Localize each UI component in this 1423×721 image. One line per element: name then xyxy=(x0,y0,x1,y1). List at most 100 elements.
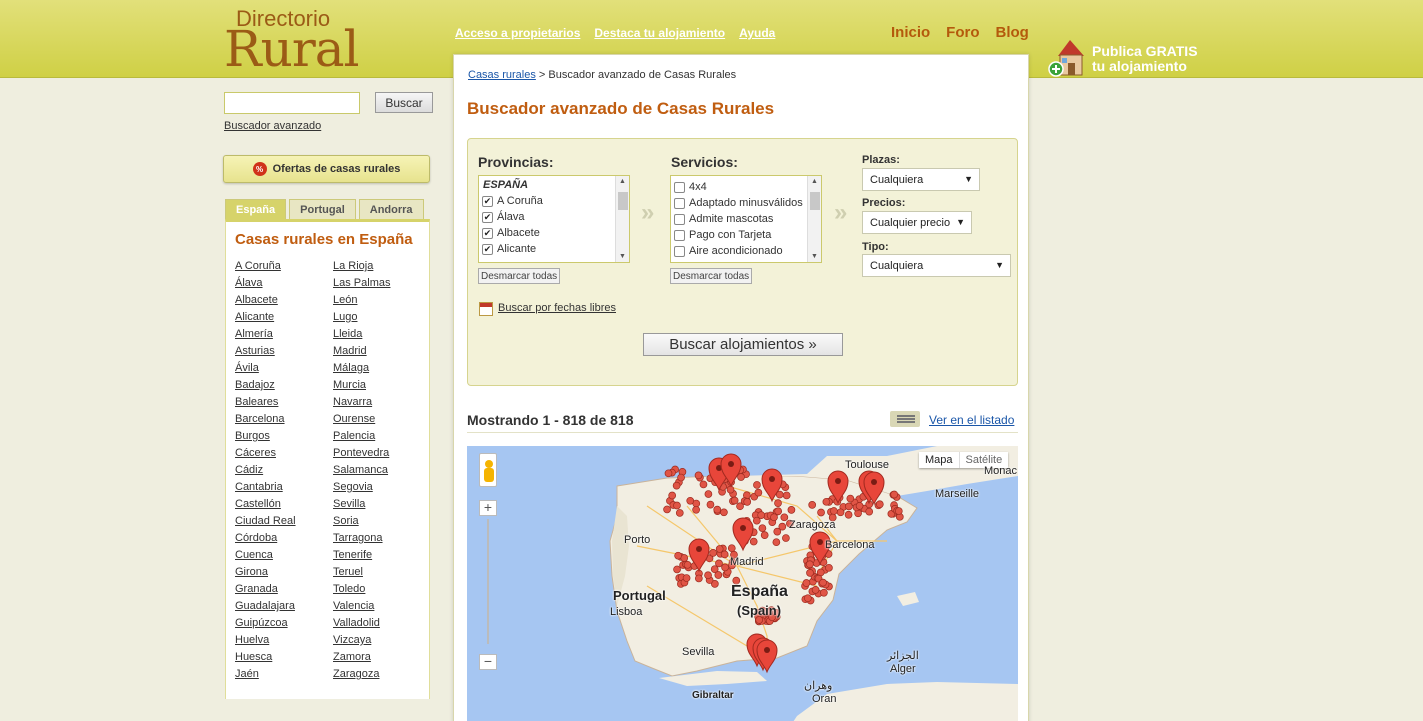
map-dot-marker[interactable] xyxy=(664,469,673,478)
map-dot-marker[interactable] xyxy=(890,490,899,499)
province-link[interactable]: La Rioja xyxy=(333,260,373,272)
nav-inicio[interactable]: Inicio xyxy=(891,24,930,41)
province-link[interactable]: Guadalajara xyxy=(235,600,295,612)
province-link[interactable]: Teruel xyxy=(333,566,363,578)
map-dot-marker[interactable] xyxy=(737,473,745,481)
list-view-icon[interactable] xyxy=(890,411,920,427)
listbox-option[interactable]: ✔ A Coruña xyxy=(479,193,629,209)
map-dot-marker[interactable] xyxy=(715,559,723,568)
map-dot-marker[interactable] xyxy=(752,516,761,525)
map-dot-marker[interactable] xyxy=(820,588,828,597)
map-dot-marker[interactable] xyxy=(830,507,838,515)
province-link[interactable]: Granada xyxy=(235,583,278,595)
map-dot-marker[interactable] xyxy=(865,507,874,516)
map-dot-marker[interactable] xyxy=(811,586,820,594)
province-link[interactable]: Las Palmas xyxy=(333,277,390,289)
map-dot-marker[interactable] xyxy=(805,560,814,569)
street-view-pegman-icon[interactable] xyxy=(479,453,497,487)
publica-gratis-button[interactable]: Publica GRATIS tu alojamiento xyxy=(1048,38,1218,78)
map-dot-marker[interactable] xyxy=(808,501,817,509)
search-input[interactable] xyxy=(224,92,360,114)
map-dot-marker[interactable] xyxy=(720,550,729,559)
map-dot-marker[interactable] xyxy=(894,507,903,515)
province-link[interactable]: Castellón xyxy=(235,498,281,510)
zoom-in-button[interactable]: + xyxy=(479,500,497,516)
province-link[interactable]: Zamora xyxy=(333,651,371,663)
listbox-option[interactable]: Adaptado minusválidos xyxy=(671,195,821,211)
map-dot-marker[interactable] xyxy=(845,502,853,511)
map-dot-marker[interactable] xyxy=(846,494,855,503)
ver-listado-link[interactable]: Ver en el listado xyxy=(929,413,1014,427)
map-dot-marker[interactable] xyxy=(778,522,787,531)
province-link[interactable]: Pontevedra xyxy=(333,447,389,459)
map-dot-marker[interactable] xyxy=(782,491,791,500)
map-dot-marker[interactable] xyxy=(726,485,735,494)
province-link[interactable]: Valencia xyxy=(333,600,374,612)
site-logo[interactable]: Directorio Rural xyxy=(224,4,384,88)
map-dot-marker[interactable] xyxy=(704,571,712,580)
buscar-alojamientos-button[interactable]: Buscar alojamientos » xyxy=(643,333,843,356)
map-dot-marker[interactable] xyxy=(721,563,729,572)
precios-select[interactable]: Cualquier precio ▼ xyxy=(862,211,972,234)
map-dot-marker[interactable] xyxy=(819,578,827,587)
map-dot-marker[interactable] xyxy=(780,513,789,522)
servicios-listbox[interactable]: 4x4 Adaptado minusválidos Admite mascotas P… xyxy=(670,175,822,263)
map-dot-marker[interactable] xyxy=(706,500,715,509)
map-dot-marker[interactable] xyxy=(825,563,833,572)
map-dot-marker[interactable] xyxy=(720,508,728,517)
province-link[interactable]: Málaga xyxy=(333,362,369,374)
map-dot-marker[interactable] xyxy=(758,524,767,533)
advanced-search-link[interactable]: Buscador avanzado xyxy=(224,120,321,132)
province-link[interactable]: Girona xyxy=(235,566,268,578)
tipo-select[interactable]: Cualquiera ▼ xyxy=(862,254,1011,277)
map-dot-marker[interactable] xyxy=(686,496,695,505)
province-link[interactable]: Navarra xyxy=(333,396,372,408)
map-dot-marker[interactable] xyxy=(754,488,763,497)
province-link[interactable]: Murcia xyxy=(333,379,366,391)
checkbox[interactable] xyxy=(674,245,685,257)
province-link[interactable]: Burgos xyxy=(235,430,270,442)
servicios-scrollbar[interactable]: ▲ ▼ xyxy=(807,176,821,262)
map-dot-marker[interactable] xyxy=(802,579,811,587)
map-dot-marker[interactable] xyxy=(715,545,724,553)
link-acceso-propietarios[interactable]: Acceso a propietarios xyxy=(455,26,580,40)
tab-portugal[interactable]: Portugal xyxy=(289,199,356,219)
province-link[interactable]: Ourense xyxy=(333,413,375,425)
map-dot-marker[interactable] xyxy=(674,551,682,560)
province-link[interactable]: Lugo xyxy=(333,311,357,323)
map-dot-marker[interactable] xyxy=(668,491,677,500)
provincias-listbox[interactable]: ESPAÑA ✔ A Coruña ✔ Álava ✔ Albacete ✔ Alicante… xyxy=(478,175,630,263)
map-pin-icon[interactable] xyxy=(756,639,778,674)
province-link[interactable]: Toledo xyxy=(333,583,365,595)
map-dot-marker[interactable] xyxy=(804,594,812,603)
listbox-option[interactable]: ✔ Albacete xyxy=(479,225,629,241)
checkbox[interactable] xyxy=(674,229,685,241)
map-dot-marker[interactable] xyxy=(663,505,671,514)
map-dot-marker[interactable] xyxy=(673,501,681,510)
checkbox[interactable] xyxy=(674,181,685,193)
breadcrumb-link[interactable]: Casas rurales xyxy=(468,69,536,81)
fechas-libres-link[interactable]: Buscar por fechas libres xyxy=(498,302,616,314)
map-dot-marker[interactable] xyxy=(806,569,814,577)
zoom-slider[interactable] xyxy=(487,519,489,644)
nav-foro[interactable]: Foro xyxy=(946,24,979,41)
checkbox[interactable]: ✔ xyxy=(482,227,493,239)
listbox-option[interactable]: ✔ Álava xyxy=(479,209,629,225)
province-link[interactable]: Almería xyxy=(235,328,273,340)
map-dot-marker[interactable] xyxy=(753,481,761,489)
province-link[interactable]: Cuenca xyxy=(235,549,273,561)
map-dot-marker[interactable] xyxy=(675,509,684,517)
listbox-option[interactable]: 4x4 xyxy=(671,179,821,195)
province-link[interactable]: Tarragona xyxy=(333,532,383,544)
desmarcar-provincias-button[interactable]: Desmarcar todas xyxy=(478,268,561,284)
map-dot-marker[interactable] xyxy=(709,549,717,557)
map-dot-marker[interactable] xyxy=(713,505,722,514)
province-link[interactable]: Cádiz xyxy=(235,464,263,476)
province-link[interactable]: Vizcaya xyxy=(333,634,371,646)
link-ayuda[interactable]: Ayuda xyxy=(739,26,775,40)
map-dot-marker[interactable] xyxy=(694,574,703,583)
map-dot-marker[interactable] xyxy=(673,565,681,574)
provincias-scrollbar[interactable]: ▲ ▼ xyxy=(615,176,629,262)
province-link[interactable]: Ávila xyxy=(235,362,259,374)
listbox-option[interactable]: Pago con Tarjeta xyxy=(671,227,821,243)
